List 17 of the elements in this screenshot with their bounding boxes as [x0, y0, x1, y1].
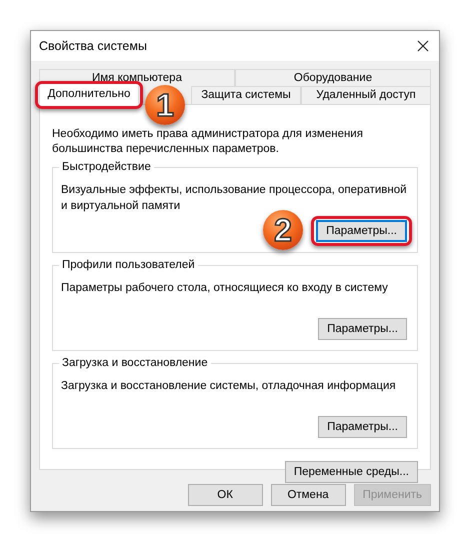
- group-title: Быстродействие: [59, 160, 154, 175]
- settings-button[interactable]: Параметры...: [318, 318, 407, 340]
- dialog-button[interactable]: ОК: [188, 484, 263, 506]
- window-title: Свойства системы: [39, 39, 147, 53]
- intro-text: Необходимо иметь права администратора для изменения большинства перечисленных параметров.: [52, 127, 364, 157]
- settings-button[interactable]: Параметры...: [318, 416, 407, 438]
- close-icon[interactable]: [417, 40, 429, 52]
- environment-variables-button[interactable]: Переменные среды...: [284, 461, 418, 483]
- tab[interactable]: Удаленный доступ: [301, 86, 431, 104]
- group-description: Загрузка и восстановление системы, отладочная информация: [61, 379, 397, 394]
- group-title: Профили пользователей: [59, 258, 198, 273]
- tab[interactable]: Защита системы: [191, 86, 301, 104]
- dialog-button[interactable]: Отмена: [270, 484, 346, 506]
- tab[interactable]: Оборудование: [235, 69, 431, 86]
- group-description: Параметры рабочего стола, относящиеся ко входу в систему: [61, 281, 389, 296]
- callout-badge: 2: [263, 210, 303, 250]
- group-title: Загрузка и восстановление: [59, 356, 211, 371]
